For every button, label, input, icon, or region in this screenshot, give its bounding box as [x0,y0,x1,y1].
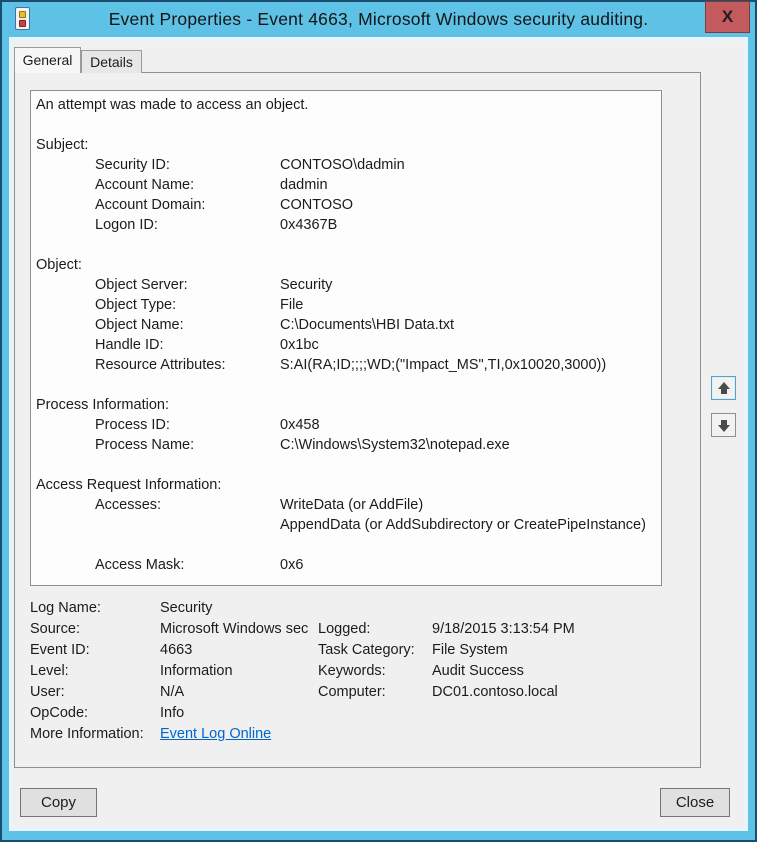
section-header-object: Object: [36,257,82,273]
detail-row: Process ID: 0x458 [95,417,320,433]
description-intro: An attempt was made to access an object. [36,97,309,113]
window-title: Event Properties - Event 4663, Microsoft… [108,9,649,29]
detail-row: Logon ID: 0x4367B [95,217,338,233]
detail-row: Object Name: C:\Documents\HBI Data.txt [95,317,455,333]
section-header-access-request-information: Access Request Information: [36,477,222,493]
detail-row: Resource Attributes: S:AI(RA;ID;;;;WD;("… [95,357,607,373]
section-header-subject: Subject: [36,137,89,153]
detail-row: Object Type: File [95,297,304,313]
tab-general[interactable]: General [14,47,81,73]
detail-row: AppendData (or AddSubdirectory or Create… [280,517,646,533]
footer-row: OpCode: Info [30,705,185,721]
detail-row: Account Domain: CONTOSO [95,197,354,213]
detail-row: Account Name: dadmin [95,177,328,193]
arrow-up-icon [717,381,731,395]
detail-row: Process Name: C:\Windows\System32\notepa… [95,437,510,453]
previous-event-button[interactable] [711,376,736,400]
close-button[interactable]: Close [660,788,730,817]
tab-details[interactable]: Details [81,50,142,73]
next-event-button[interactable] [711,413,736,437]
detail-row: Object Server: Security [95,277,333,293]
titlebar: Event Properties - Event 4663, Microsoft… [2,1,755,37]
close-icon[interactable]: X [705,1,750,33]
footer-row: Source: Microsoft Windows sec Logged: 9/… [30,621,575,637]
detail-row: Access Mask: 0x6 [95,557,304,573]
detail-row: Accesses: WriteData (or AddFile) [95,497,424,513]
detail-row: Handle ID: 0x1bc [95,337,319,353]
event-log-online-link[interactable]: Event Log Online [160,726,271,742]
footer-row: Event ID: 4663 Task Category: File Syste… [30,642,508,658]
section-header-process-information: Process Information: [36,397,169,413]
footer-row: User: N/A Computer: DC01.contoso.local [30,684,558,700]
arrow-down-icon [717,419,731,432]
footer-row: More Information: Event Log Online [30,726,272,742]
event-description-box[interactable]: An attempt was made to access an object.… [30,90,662,586]
footer-row: Log Name: Security [30,600,213,616]
copy-button[interactable]: Copy [20,788,97,817]
source-value: Microsoft Windows sec [160,621,309,637]
event-properties-window: Event Properties - Event 4663, Microsoft… [0,0,757,842]
detail-row: Security ID: CONTOSO\dadmin [95,157,405,173]
footer-row: Level: Information Keywords: Audit Succe… [30,663,524,679]
